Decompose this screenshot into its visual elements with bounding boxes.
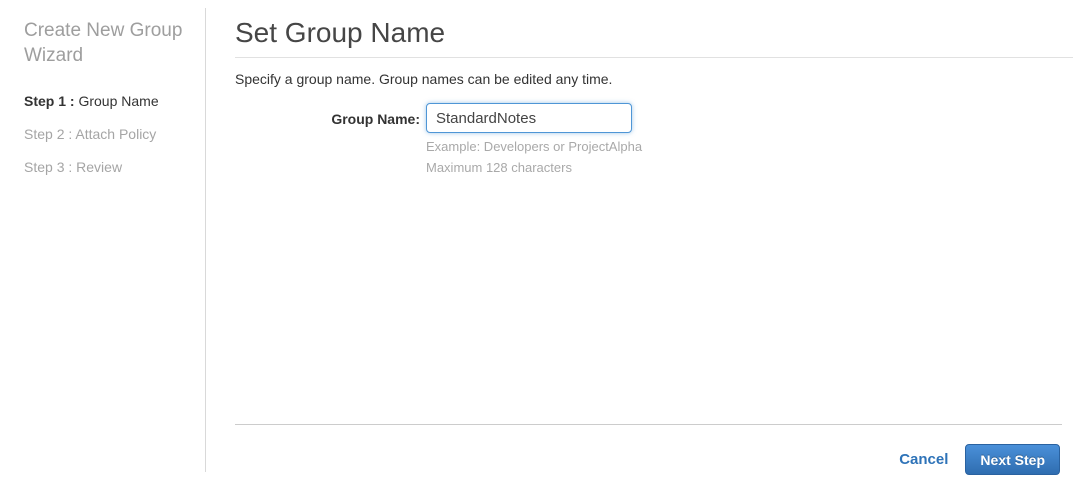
footer-actions: Cancel Next Step (899, 444, 1060, 475)
step-number: Step 1 : (24, 93, 75, 109)
page-title: Set Group Name (235, 16, 1073, 58)
group-name-field-wrapper: Example: Developers or ProjectAlpha Maxi… (426, 103, 642, 178)
wizard-title: Create New Group Wizard (24, 20, 183, 66)
group-name-max-hint: Maximum 128 characters (426, 160, 572, 175)
group-name-form-row: Group Name: Example: Developers or Proje… (235, 103, 1073, 178)
sidebar-step-group-name[interactable]: Step 1 : Group Name (24, 94, 195, 109)
footer-divider (235, 424, 1062, 425)
group-name-example-hint: Example: Developers or ProjectAlpha (426, 139, 643, 154)
step-label: Group Name (74, 93, 159, 109)
sidebar-step-review[interactable]: Step 3 : Review (24, 160, 195, 175)
step-number: Step 3 : (24, 159, 73, 175)
main-panel: Set Group Name Specify a group name. Gro… (235, 0, 1073, 480)
group-name-label: Group Name: (331, 111, 420, 127)
page-description: Specify a group name. Group names can be… (235, 71, 613, 87)
cancel-button[interactable]: Cancel (899, 451, 948, 468)
sidebar-step-attach-policy[interactable]: Step 2 : Attach Policy (24, 127, 195, 142)
wizard-sidebar: Create New Group Wizard Step 1 : Group N… (0, 0, 205, 480)
step-number: Step 2 : (24, 126, 73, 142)
group-name-input[interactable] (426, 103, 632, 133)
sidebar-vertical-divider (205, 8, 206, 472)
step-label: Review (72, 159, 123, 175)
next-step-button[interactable]: Next Step (965, 444, 1060, 475)
step-label: Attach Policy (72, 126, 157, 142)
